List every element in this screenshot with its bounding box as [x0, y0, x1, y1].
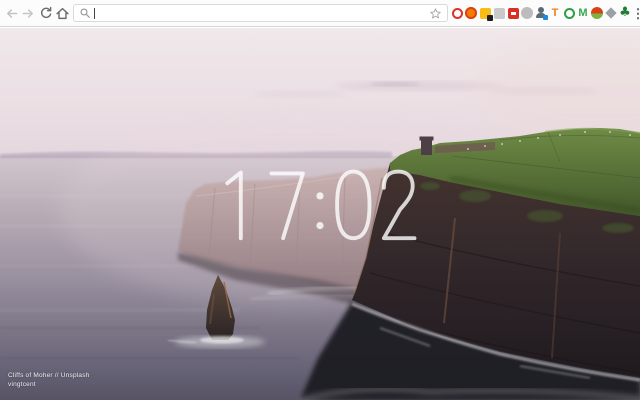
ext-yellow-badged-icon — [479, 7, 493, 21]
attribution-title-link[interactable]: Cliffs of Moher // Unsplash — [8, 371, 90, 380]
ext-green-ring-icon[interactable] — [563, 6, 575, 20]
ext-orange-letter-icon[interactable]: T — [549, 6, 561, 20]
ext-person-blue-icon[interactable] — [535, 6, 548, 20]
ext-red-square-icon — [507, 7, 519, 19]
star-outline-icon[interactable] — [429, 7, 442, 20]
ext-red-ring-icon — [451, 7, 463, 19]
forward-arrow-icon — [22, 8, 33, 18]
magnifier-icon — [80, 8, 90, 18]
ext-red-square-icon[interactable] — [507, 6, 519, 20]
ext-orange-fire-icon[interactable] — [465, 6, 477, 20]
browser-toolbar: T M ♣ ⋮ — [0, 0, 640, 27]
new-tab-page: Cliffs of Moher // Unsplash vingtcent — [0, 28, 640, 400]
tower-silhouette — [419, 136, 434, 155]
address-bar[interactable] — [73, 4, 448, 22]
ext-green-clover-icon[interactable]: ♣ — [619, 6, 631, 20]
ext-orange-fire-icon — [465, 7, 477, 19]
home-button[interactable] — [54, 3, 71, 23]
ext-green-ring-icon — [563, 7, 575, 19]
address-input[interactable] — [96, 7, 429, 19]
ext-gray-pinwheel-icon — [605, 7, 617, 19]
extensions-bar: T M ♣ — [451, 6, 631, 21]
ext-gray-square-icon[interactable] — [493, 6, 505, 20]
ext-gray-circle-icon — [521, 7, 533, 19]
back-button[interactable] — [3, 3, 20, 23]
ext-green-clover-icon: ♣ — [619, 5, 631, 20]
reload-icon — [40, 6, 51, 19]
ext-gray-pinwheel-icon[interactable] — [605, 6, 617, 20]
background-photo — [0, 28, 640, 400]
attribution-author-link[interactable]: vingtcent — [8, 380, 90, 389]
home-icon — [56, 7, 69, 19]
text-caret — [94, 7, 95, 19]
forward-button[interactable] — [20, 3, 37, 23]
back-arrow-icon — [7, 8, 18, 18]
photo-attribution: Cliffs of Moher // Unsplash vingtcent — [8, 371, 90, 389]
ext-yellow-badged-icon[interactable] — [479, 6, 493, 21]
ext-gray-square-icon — [493, 7, 505, 19]
ext-green-m-icon: M — [578, 7, 588, 19]
ext-red-green-circle-icon[interactable] — [591, 6, 603, 20]
reload-button[interactable] — [37, 3, 54, 23]
ext-red-ring-icon[interactable] — [451, 6, 463, 20]
ext-red-green-circle-icon — [591, 7, 603, 19]
ext-gray-circle-icon[interactable] — [521, 6, 533, 20]
ext-green-m-icon[interactable]: M — [577, 6, 589, 20]
kebab-menu-icon: ⋮ — [631, 5, 640, 21]
browser-menu-button[interactable]: ⋮ — [632, 3, 640, 23]
ext-person-blue-icon — [535, 7, 548, 20]
ext-orange-letter-icon: T — [551, 7, 559, 19]
browser-window: { "browser": { "toolbar": { "back_icon":… — [0, 0, 640, 400]
